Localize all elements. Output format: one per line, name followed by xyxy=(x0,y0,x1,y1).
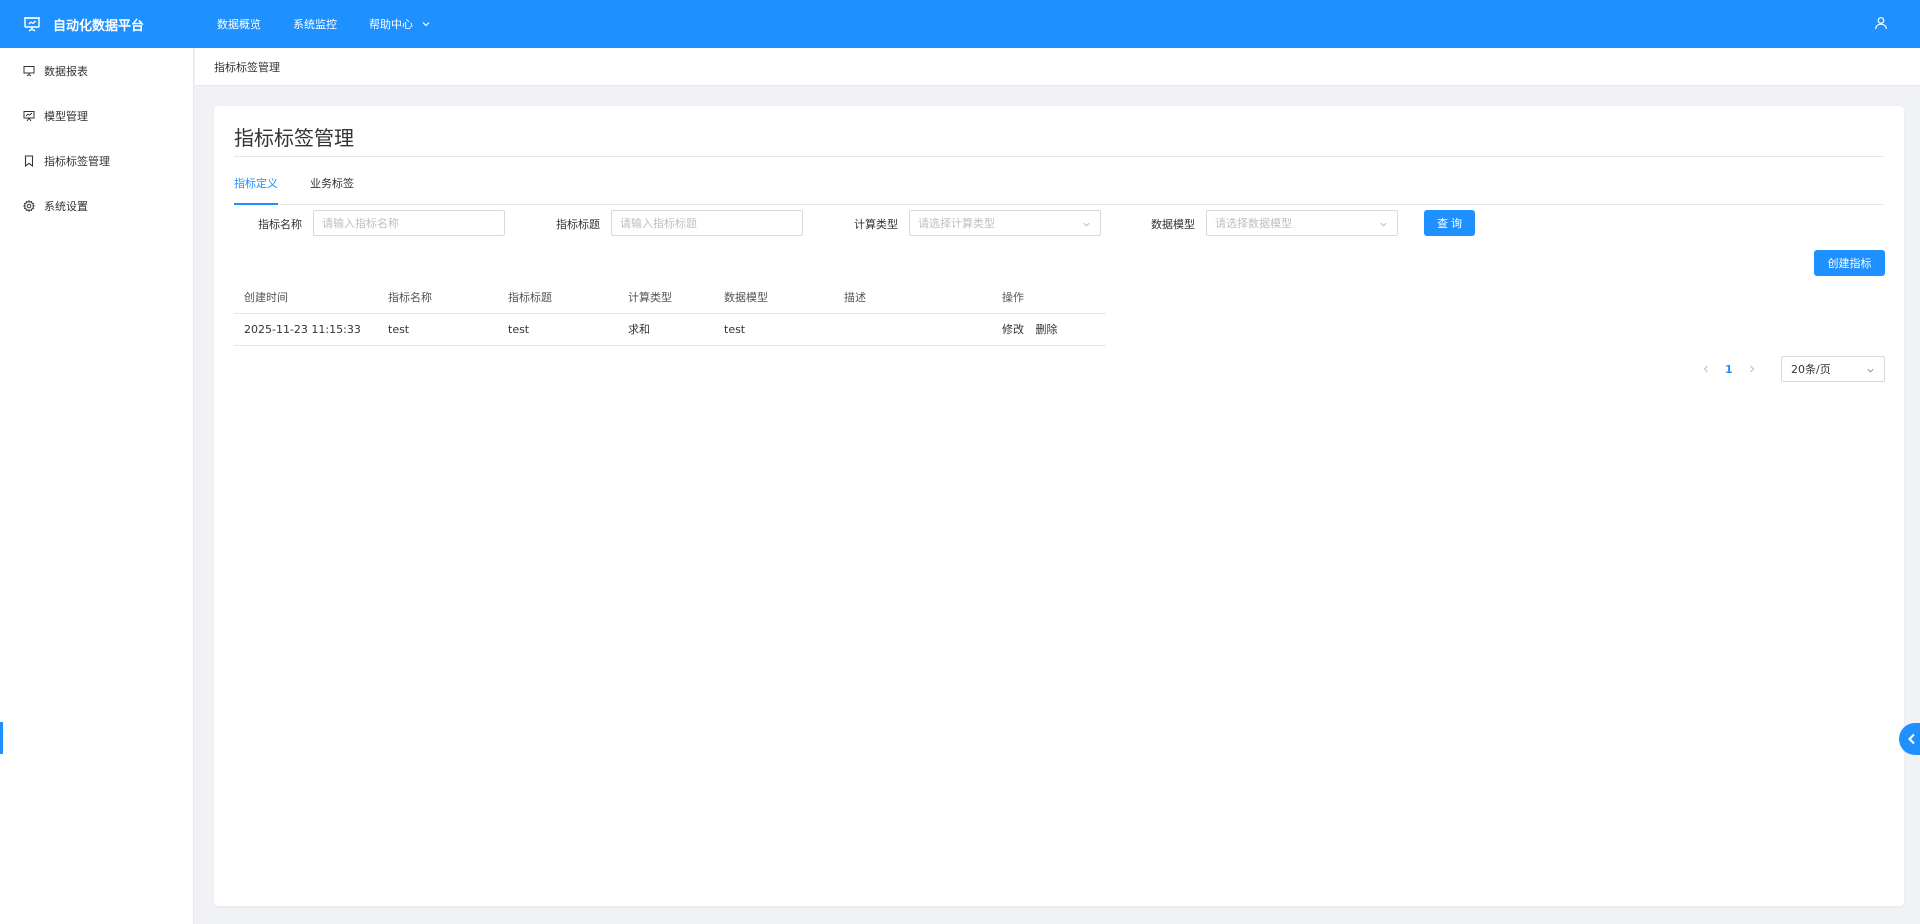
sidebar-scroll-indicator xyxy=(0,722,3,754)
presentation-board-icon xyxy=(23,15,41,33)
cell-created: 2025-11-23 11:15:33 xyxy=(244,323,361,336)
column-header: 描述 xyxy=(844,291,866,304)
page-title: 指标标签管理 xyxy=(234,126,354,150)
filter-data-model-label: 数据模型 xyxy=(1151,218,1195,231)
calc-type-select[interactable]: 请选择计算类型 xyxy=(909,210,1101,236)
tab-metric-definition[interactable]: 指标定义 xyxy=(234,174,278,205)
delete-link[interactable]: 删除 xyxy=(1036,323,1058,336)
sidebar-item-models[interactable]: 模型管理 xyxy=(0,93,193,138)
breadcrumb: 指标标签管理 xyxy=(195,48,1920,86)
topnav-item-label: 系统监控 xyxy=(293,18,337,31)
main-card: 指标标签管理 指标定义 业务标签 指标名称 指标标题 计算类型 请选择计算类型 … xyxy=(214,106,1904,906)
sidebar-item-label: 数据报表 xyxy=(44,64,88,78)
breadcrumb-current: 指标标签管理 xyxy=(214,60,280,74)
top-nav: 数据概览 系统监控 帮助中心 xyxy=(217,16,463,32)
chevron-left-icon xyxy=(1907,733,1917,745)
page-size-value: 20条/页 xyxy=(1791,363,1831,376)
sidebar: 数据报表 模型管理 指标标签管理 系统设置 xyxy=(0,48,194,924)
column-header: 指标标题 xyxy=(508,291,552,304)
page-number-current[interactable]: 1 xyxy=(1725,363,1733,376)
topnav-item-help[interactable]: 帮助中心 xyxy=(369,16,431,32)
tab-business-tags[interactable]: 业务标签 xyxy=(310,174,354,205)
edit-link[interactable]: 修改 xyxy=(1002,323,1024,336)
prev-page-icon[interactable] xyxy=(1699,362,1713,376)
table-row: 2025-11-23 11:15:33 test test 求和 test 修改… xyxy=(234,314,1106,346)
cell-model: test xyxy=(724,323,746,336)
topnav-item-overview[interactable]: 数据概览 xyxy=(217,16,261,32)
chevron-down-icon xyxy=(1082,220,1091,229)
calc-type-placeholder: 请选择计算类型 xyxy=(918,217,995,230)
data-model-placeholder: 请选择数据模型 xyxy=(1215,217,1292,230)
data-model-select[interactable]: 请选择数据模型 xyxy=(1206,210,1398,236)
page-size-select[interactable]: 20条/页 xyxy=(1781,356,1885,382)
filter-title-label: 指标标题 xyxy=(556,218,600,231)
title-divider xyxy=(234,156,1884,157)
top-navbar: 自动化数据平台 数据概览 系统监控 帮助中心 xyxy=(0,0,1920,48)
pagination: 1 xyxy=(1699,356,1759,382)
brand[interactable]: 自动化数据平台 xyxy=(0,0,195,48)
gear-icon xyxy=(23,199,35,212)
cell-title: test xyxy=(508,323,530,336)
bookmark-icon xyxy=(23,154,35,167)
chevron-down-icon xyxy=(1379,220,1388,229)
column-header: 计算类型 xyxy=(628,291,672,304)
table-header: 创建时间 指标名称 指标标题 计算类型 数据模型 描述 操作 xyxy=(234,282,1106,314)
user-icon[interactable] xyxy=(1874,16,1890,32)
sidebar-item-metric-tags[interactable]: 指标标签管理 xyxy=(0,138,193,183)
query-button[interactable]: 查 询 xyxy=(1424,210,1475,236)
sidebar-item-label: 模型管理 xyxy=(44,109,88,123)
sidebar-item-label: 系统设置 xyxy=(44,199,88,213)
filter-calc-type-label: 计算类型 xyxy=(854,218,898,231)
filter-name-label: 指标名称 xyxy=(258,218,302,231)
presentation-board-icon xyxy=(23,65,35,77)
chevron-down-icon xyxy=(421,19,431,29)
metric-name-input[interactable] xyxy=(313,210,505,236)
topnav-item-monitor[interactable]: 系统监控 xyxy=(293,16,337,32)
topnav-item-label: 帮助中心 xyxy=(369,18,413,31)
presentation-board-icon xyxy=(23,110,35,122)
cell-name: test xyxy=(388,323,410,336)
create-metric-button[interactable]: 创建指标 xyxy=(1814,250,1885,276)
sidebar-item-reports[interactable]: 数据报表 xyxy=(0,48,193,93)
column-header: 创建时间 xyxy=(244,291,288,304)
column-header: 数据模型 xyxy=(724,291,768,304)
sidebar-item-settings[interactable]: 系统设置 xyxy=(0,183,193,228)
cell-actions: 修改 删除 xyxy=(1002,314,1066,346)
tab-bar: 指标定义 业务标签 xyxy=(234,174,1884,205)
column-header: 指标名称 xyxy=(388,291,432,304)
cell-calc-type: 求和 xyxy=(628,323,650,336)
sidebar-item-label: 指标标签管理 xyxy=(44,154,110,168)
column-header: 操作 xyxy=(1002,291,1024,304)
chevron-down-icon xyxy=(1866,366,1875,375)
topnav-item-label: 数据概览 xyxy=(217,18,261,31)
next-page-icon[interactable] xyxy=(1745,362,1759,376)
metrics-table: 创建时间 指标名称 指标标题 计算类型 数据模型 描述 操作 2025-11-2… xyxy=(234,282,1106,346)
app-title: 自动化数据平台 xyxy=(53,18,145,34)
metric-title-input[interactable] xyxy=(611,210,803,236)
